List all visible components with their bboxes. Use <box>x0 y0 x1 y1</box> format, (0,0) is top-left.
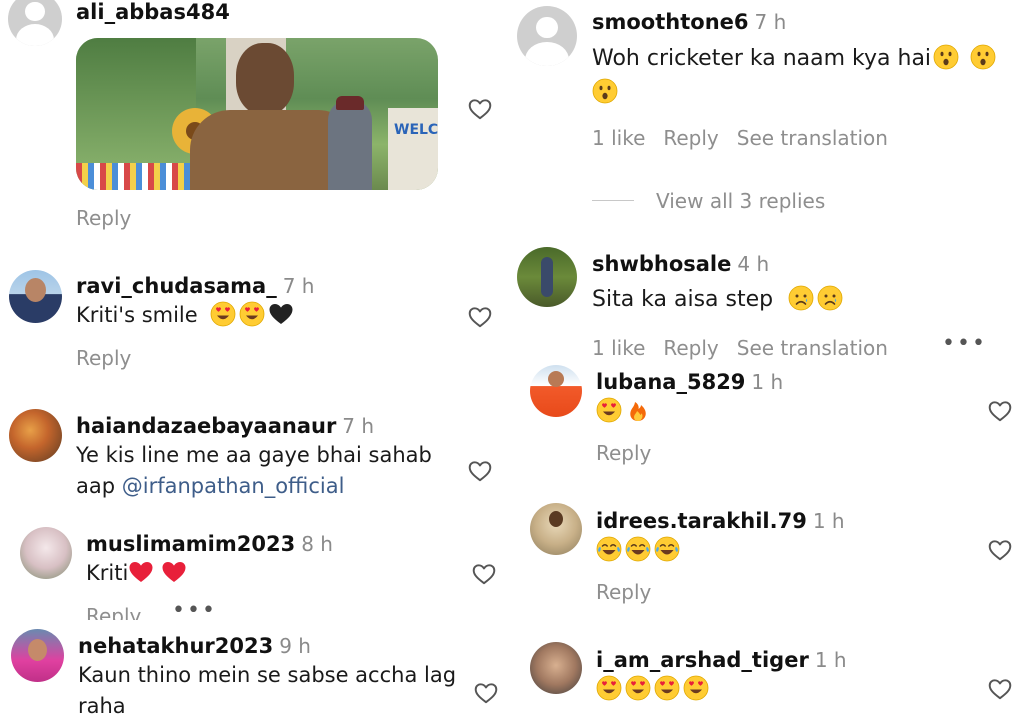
comment-username[interactable]: lubana_5829 1 h <box>596 370 783 394</box>
avatar[interactable] <box>9 409 62 462</box>
like-heart-icon[interactable] <box>986 398 1014 424</box>
comment-time: 7 h <box>282 274 315 298</box>
reply-button[interactable]: Reply <box>663 336 718 360</box>
heart-eyes-emoji <box>239 301 265 327</box>
comment-username[interactable]: haiandazaebayaanaur 7 h <box>76 414 374 438</box>
comment-text: Sita ka aisa step <box>592 283 846 317</box>
red-heart-emoji <box>128 559 154 585</box>
tears-of-joy-emoji <box>596 536 622 562</box>
comment-text: Kaun thino mein se sabse accha lag raha <box>78 663 457 718</box>
comment-username[interactable]: smoothtone6 7 h <box>592 10 786 34</box>
replies-divider <box>592 200 634 201</box>
like-heart-icon[interactable] <box>472 680 500 706</box>
heart-eyes-emoji <box>596 675 622 701</box>
reply-button[interactable]: Reply <box>76 206 131 230</box>
comment-text: Kriti's smile <box>76 300 297 331</box>
comment-time: 1 h <box>814 648 847 672</box>
comment-text <box>596 674 712 705</box>
fire-emoji <box>625 397 651 423</box>
avatar[interactable] <box>530 503 582 555</box>
more-options-icon[interactable]: ••• <box>172 604 217 620</box>
black-heart-emoji <box>268 301 294 327</box>
likes-count[interactable]: 1 like <box>592 126 645 150</box>
like-heart-icon[interactable] <box>466 458 494 484</box>
comment-time: 7 h <box>754 10 787 34</box>
avatar[interactable] <box>517 6 577 66</box>
comment-actions: 1 like Reply See translation <box>592 336 906 360</box>
tears-of-joy-emoji <box>654 536 680 562</box>
comment-time: 7 h <box>342 414 375 438</box>
astonished-emoji <box>970 44 996 70</box>
heart-eyes-emoji <box>625 675 651 701</box>
comment-time: 1 h <box>751 370 784 394</box>
avatar[interactable] <box>8 0 62 46</box>
astonished-emoji <box>933 44 959 70</box>
heart-eyes-emoji <box>683 675 709 701</box>
reply-button[interactable]: Reply <box>76 346 131 370</box>
comment-time: 4 h <box>737 252 770 276</box>
like-heart-icon[interactable] <box>986 676 1014 702</box>
reply-button[interactable]: Reply <box>596 441 651 465</box>
comment-time: 8 h <box>301 532 333 556</box>
astonished-emoji <box>592 78 618 104</box>
red-heart-emoji <box>161 559 187 585</box>
avatar[interactable] <box>530 365 582 417</box>
reply-button[interactable]: Reply <box>596 580 651 604</box>
avatar[interactable] <box>517 247 577 307</box>
sad-emoji <box>817 285 843 311</box>
comment-time: 1 h <box>812 509 845 533</box>
comment-username[interactable]: i_am_arshad_tiger 1 h <box>596 648 847 672</box>
like-heart-icon[interactable] <box>470 561 498 587</box>
like-heart-icon[interactable] <box>466 96 494 122</box>
comment-text: Kriti <box>86 558 190 589</box>
avatar[interactable] <box>11 629 64 682</box>
reply-button[interactable]: Reply <box>86 604 141 620</box>
see-translation-link[interactable]: See translation <box>737 336 888 360</box>
more-options-icon[interactable]: ••• <box>942 331 987 356</box>
avatar[interactable] <box>20 527 72 579</box>
likes-count[interactable]: 1 like <box>592 336 645 360</box>
see-translation-link[interactable]: See translation <box>737 126 888 150</box>
comment-username[interactable]: ravi_chudasama_ 7 h <box>76 274 314 298</box>
avatar[interactable] <box>9 270 62 323</box>
comment-username[interactable]: muslimamim2023 8 h <box>86 532 333 556</box>
mention-link[interactable]: @irfanpathan_official <box>122 474 345 498</box>
tears-of-joy-emoji <box>625 536 651 562</box>
like-heart-icon[interactable] <box>466 304 494 330</box>
comment-username[interactable]: nehatakhur2023 9 h <box>78 634 311 658</box>
comment-text <box>596 396 654 427</box>
reply-button[interactable]: Reply <box>663 126 718 150</box>
like-heart-icon[interactable] <box>986 537 1014 563</box>
comment-text <box>596 535 683 566</box>
comment-username[interactable]: ali_abbas484 <box>76 0 230 24</box>
view-replies-button[interactable]: View all 3 replies <box>656 189 825 213</box>
comment-username[interactable]: idrees.tarakhil.79 1 h <box>596 509 845 533</box>
comment-time: 9 h <box>279 634 311 658</box>
comment-username[interactable]: shwbhosale 4 h <box>592 252 769 276</box>
avatar[interactable] <box>530 642 582 694</box>
heart-eyes-emoji <box>596 397 622 423</box>
heart-eyes-emoji <box>654 675 680 701</box>
comment-text: Woh cricketer ka naam kya hai <box>592 42 1022 110</box>
comment-actions: 1 like Reply See translation <box>592 126 906 150</box>
sad-emoji <box>788 285 814 311</box>
comment-image[interactable]: WELC <box>76 38 438 190</box>
comment-text: Ye kis line me aa gaye bhai sahab aap @i… <box>76 443 432 498</box>
heart-eyes-emoji <box>210 301 236 327</box>
